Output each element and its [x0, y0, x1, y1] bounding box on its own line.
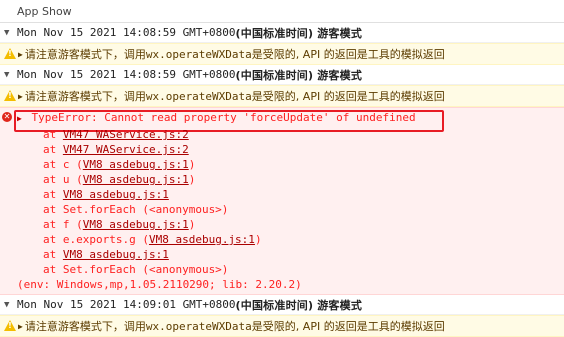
error-message[interactable]: ✕ ▶ TypeError: Cannot read property 'for…	[0, 107, 564, 295]
group-header[interactable]: ▼ Mon Nov 15 2021 14:09:01 GMT+0800 (中国标…	[0, 295, 564, 315]
warning-message[interactable]: ! ▶ 请注意游客模式下，调用 wx.operateWXData 是受限的, A…	[0, 315, 564, 337]
warning-text: 请注意游客模式下，调用	[24, 90, 146, 103]
group-mode: (中国标准时间) 游客模式	[235, 68, 363, 82]
log-group[interactable]: ▼ Mon Nov 15 2021 14:08:59 GMT+0800 (中国标…	[0, 23, 564, 65]
warning-text-tail: 是受限的, API 的返回是工具的模拟返回	[251, 90, 445, 103]
stack-frame: at e.exports.g (VM8 asdebug.js:1)	[43, 233, 262, 246]
stack-frame: at VM8 asdebug.js:1	[43, 188, 169, 201]
source-link[interactable]: VM8 asdebug.js:1	[83, 158, 189, 171]
env-info: (env: Windows,mp,1.05.2110290; lib: 2.20…	[17, 278, 302, 291]
group-mode: (中国标准时间) 游客模式	[235, 26, 363, 40]
warning-message[interactable]: ! ▶ 请注意游客模式下，调用 wx.operateWXData 是受限的, A…	[0, 85, 564, 107]
stack-frame: at VM47 WAService.js:2	[43, 128, 189, 141]
stack-frame: at Set.forEach (<anonymous>)	[43, 263, 229, 276]
source-link[interactable]: VM8 asdebug.js:1	[83, 218, 189, 231]
source-link[interactable]: VM8 asdebug.js:1	[63, 248, 169, 261]
warning-triangle-icon: !	[4, 48, 16, 60]
warning-text: 请注意游客模式下，调用	[24, 320, 146, 333]
warning-text-tail: 是受限的, API 的返回是工具的模拟返回	[251, 320, 445, 333]
warning-text: 请注意游客模式下，调用	[24, 48, 146, 61]
source-link[interactable]: VM47 WAService.js:2	[63, 143, 189, 156]
group-date: Mon Nov 15 2021 14:09:01 GMT+0800	[17, 298, 236, 311]
source-link[interactable]: VM8 asdebug.js:1	[149, 233, 255, 246]
app-title: App Show	[17, 4, 72, 18]
triangle-down-icon[interactable]: ▼	[4, 300, 13, 310]
stack-frame: at c (VM8 asdebug.js:1)	[43, 158, 196, 171]
console-toolbar: App Show	[0, 0, 564, 23]
group-date: Mon Nov 15 2021 14:08:59 GMT+0800	[17, 26, 236, 39]
warning-triangle-icon: !	[4, 320, 16, 332]
error-circle-icon: ✕	[2, 112, 12, 122]
log-group[interactable]: ▼ Mon Nov 15 2021 14:09:01 GMT+0800 (中国标…	[0, 295, 564, 337]
warning-api: wx.operateWXData	[145, 47, 252, 61]
warning-message[interactable]: ! ▶ 请注意游客模式下，调用 wx.operateWXData 是受限的, A…	[0, 43, 564, 65]
stack-frame: at f (VM8 asdebug.js:1)	[43, 218, 196, 231]
source-link[interactable]: VM47 WAService.js:2	[63, 128, 189, 141]
expand-arrow-icon[interactable]: ▶	[18, 50, 23, 59]
source-link[interactable]: VM8 asdebug.js:1	[83, 173, 189, 186]
log-group[interactable]: ▼ Mon Nov 15 2021 14:08:59 GMT+0800 (中国标…	[0, 65, 564, 107]
group-mode: (中国标准时间) 游客模式	[235, 298, 363, 312]
source-link[interactable]: VM8 asdebug.js:1	[63, 188, 169, 201]
stack-frame: at Set.forEach (<anonymous>)	[43, 203, 229, 216]
stack-frame: at VM47 WAService.js:2	[43, 143, 189, 156]
warning-triangle-icon: !	[4, 90, 16, 102]
expand-arrow-icon[interactable]: ▶	[18, 92, 23, 101]
warning-api: wx.operateWXData	[145, 89, 252, 103]
triangle-down-icon[interactable]: ▼	[4, 28, 13, 38]
stack-frame: at VM8 asdebug.js:1	[43, 248, 169, 261]
warning-text-tail: 是受限的, API 的返回是工具的模拟返回	[251, 48, 445, 61]
group-header[interactable]: ▼ Mon Nov 15 2021 14:08:59 GMT+0800 (中国标…	[0, 65, 564, 85]
warning-api: wx.operateWXData	[145, 319, 252, 333]
group-date: Mon Nov 15 2021 14:08:59 GMT+0800	[17, 68, 236, 81]
expand-arrow-icon[interactable]: ▶	[18, 322, 23, 331]
triangle-down-icon[interactable]: ▼	[4, 70, 13, 80]
stack-frame: at u (VM8 asdebug.js:1)	[43, 173, 196, 186]
group-header[interactable]: ▼ Mon Nov 15 2021 14:08:59 GMT+0800 (中国标…	[0, 23, 564, 43]
